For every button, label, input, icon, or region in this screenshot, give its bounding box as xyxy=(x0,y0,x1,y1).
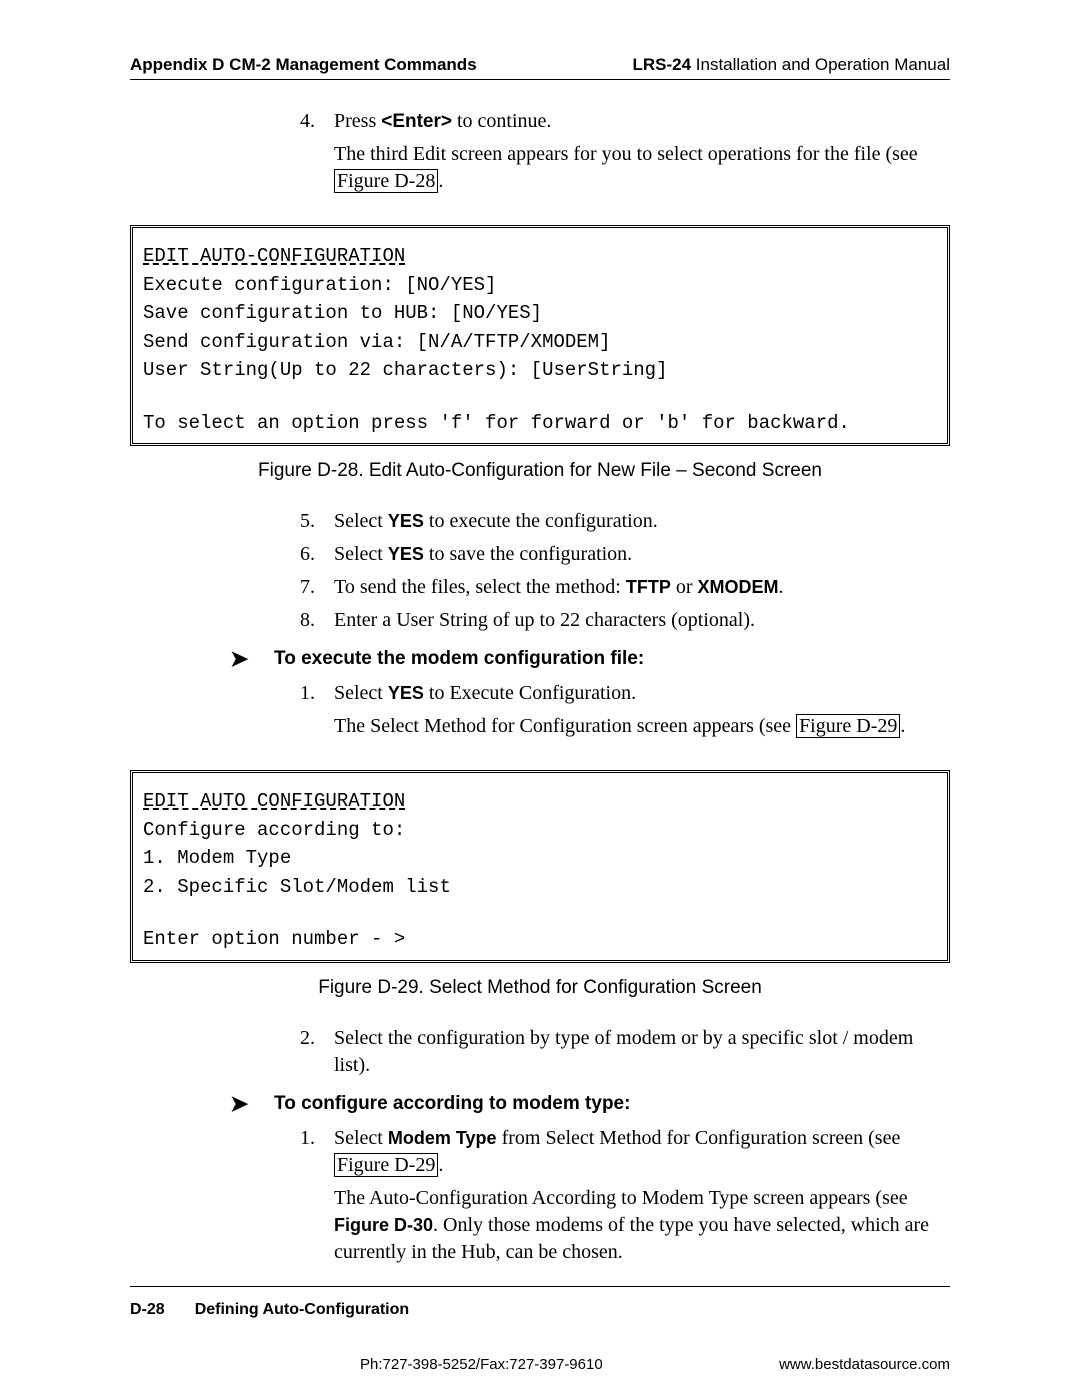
figure-ref-d29-b[interactable]: Figure D-29 xyxy=(334,1153,438,1177)
step-4: 4. Press <Enter> to continue. xyxy=(300,108,950,135)
page-number: D-28 xyxy=(130,1301,165,1319)
contact-info: Ph:727-398-5252/Fax:727-397-9610 xyxy=(360,1356,603,1373)
procedure-configure-modem-type: ➤ To configure according to modem type: xyxy=(230,1093,950,1115)
arrow-icon: ➤ xyxy=(230,1093,274,1115)
step-2b: 2. Select the configuration by type of m… xyxy=(300,1025,950,1079)
terminal-title: EDIT AUTO CONFIGURATION xyxy=(143,787,937,816)
terminal-screen-d29: EDIT AUTO CONFIGURATION Configure accord… xyxy=(130,770,950,963)
footer-rule xyxy=(130,1286,950,1287)
print-footer: Ph:727-398-5252/Fax:727-397-9610 www.bes… xyxy=(0,1356,1080,1373)
footer-line: D-28 Defining Auto-Configuration xyxy=(130,1301,950,1319)
terminal-title: EDIT AUTO-CONFIGURATION xyxy=(143,242,937,271)
section-title: Defining Auto-Configuration xyxy=(195,1301,409,1319)
figure-caption-d28: Figure D-28. Edit Auto-Configuration for… xyxy=(130,460,950,482)
header-right: LRS-24 Installation and Operation Manual xyxy=(632,55,950,75)
step-8: 8. Enter a User String of up to 22 chara… xyxy=(300,607,950,634)
arrow-icon: ➤ xyxy=(230,648,274,670)
page-header: Appendix D CM-2 Management Commands LRS-… xyxy=(130,55,950,80)
figure-caption-d29: Figure D-29. Select Method for Configura… xyxy=(130,977,950,999)
procedure-execute-modem: ➤ To execute the modem configuration fil… xyxy=(230,648,950,670)
proc1-result: The Select Method for Configuration scre… xyxy=(334,713,950,740)
figure-ref-d29[interactable]: Figure D-29 xyxy=(796,714,900,738)
terminal-screen-d28: EDIT AUTO-CONFIGURATION Execute configur… xyxy=(130,225,950,446)
url: www.bestdatasource.com xyxy=(779,1356,950,1373)
proc2-step-1: 1. Select Modem Type from Select Method … xyxy=(300,1125,950,1179)
figure-ref-d28[interactable]: Figure D-28 xyxy=(334,169,438,193)
proc1-step-1: 1. Select YES to Execute Configuration. xyxy=(300,680,950,707)
header-left: Appendix D CM-2 Management Commands xyxy=(130,55,477,75)
step-7: 7. To send the files, select the method:… xyxy=(300,574,950,601)
step-5: 5. Select YES to execute the configurati… xyxy=(300,508,950,535)
proc2-result: The Auto-Configuration According to Mode… xyxy=(334,1185,950,1266)
step-4-result: The third Edit screen appears for you to… xyxy=(334,141,950,195)
step-6: 6. Select YES to save the configuration. xyxy=(300,541,950,568)
